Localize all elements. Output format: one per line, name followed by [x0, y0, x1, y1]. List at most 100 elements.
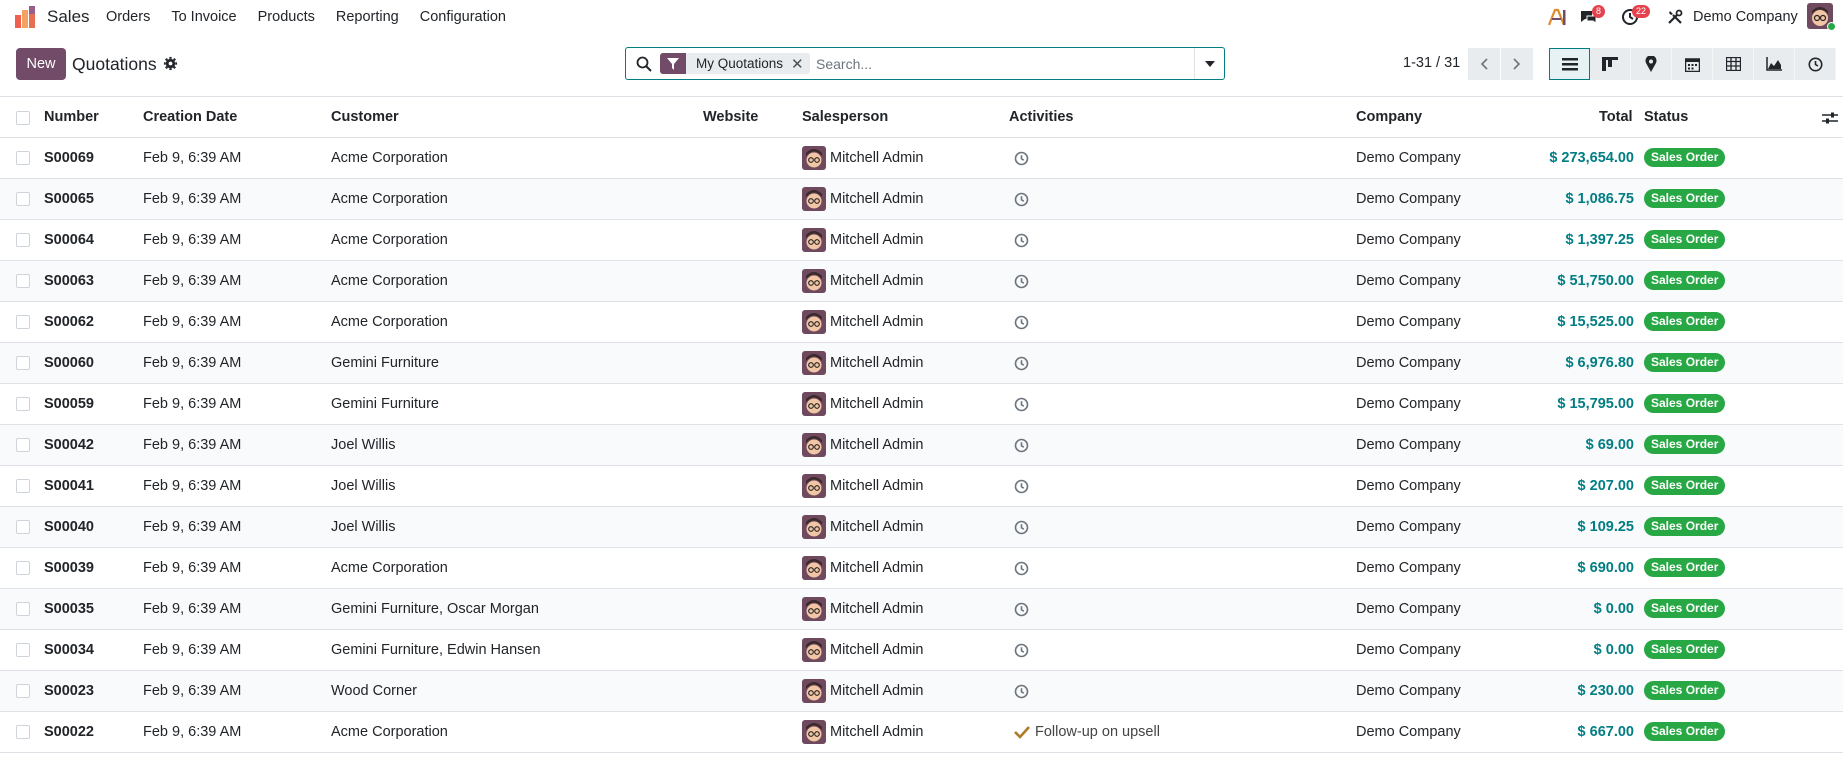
activity-clock-icon[interactable] [1014, 233, 1029, 248]
activity-clock-icon[interactable] [1014, 274, 1029, 289]
search-options-toggle[interactable] [1194, 48, 1224, 79]
pager-value[interactable]: 1-31 / 31 [1403, 55, 1460, 71]
column-creation-date[interactable]: Creation Date [143, 109, 237, 125]
column-salesperson[interactable]: Salesperson [802, 109, 888, 125]
table-row[interactable]: S00062 Feb 9, 6:39 AM Acme Corporation M… [0, 302, 1843, 343]
table-row[interactable]: S00065 Feb 9, 6:39 AM Acme Corporation M… [0, 179, 1843, 220]
column-number[interactable]: Number [44, 109, 99, 125]
creation-date: Feb 9, 6:39 AM [143, 642, 242, 658]
activity-clock-icon[interactable] [1014, 192, 1029, 207]
select-all-checkbox[interactable] [16, 111, 30, 125]
creation-date: Feb 9, 6:39 AM [143, 191, 242, 207]
search-input[interactable] [816, 53, 1186, 75]
order-total: $ 15,525.00 [1557, 314, 1634, 330]
list-view-button[interactable] [1549, 48, 1590, 80]
row-checkbox[interactable] [16, 397, 30, 411]
table-row[interactable]: S00042 Feb 9, 6:39 AM Joel Willis Mitche… [0, 425, 1843, 466]
kanban-view-button[interactable] [1590, 48, 1631, 80]
row-checkbox[interactable] [16, 274, 30, 288]
column-total[interactable]: Total [1599, 109, 1633, 125]
optional-columns-icon[interactable] [1822, 111, 1838, 125]
column-customer[interactable]: Customer [331, 109, 399, 125]
column-website[interactable]: Website [703, 109, 758, 125]
row-checkbox[interactable] [16, 356, 30, 370]
row-checkbox[interactable] [16, 561, 30, 575]
table-header: Number Creation Date Customer Website Sa… [0, 97, 1843, 138]
app-logo-icon[interactable] [14, 6, 38, 28]
close-icon[interactable]: ✕ [791, 55, 810, 73]
tools-icon[interactable] [1667, 9, 1683, 25]
activity-clock-icon[interactable] [1014, 151, 1029, 166]
activity-clock-icon[interactable] [1014, 684, 1029, 699]
table-row[interactable]: S00064 Feb 9, 6:39 AM Acme Corporation M… [0, 220, 1843, 261]
row-checkbox[interactable] [16, 479, 30, 493]
pager-previous-button[interactable] [1468, 48, 1500, 80]
gear-icon[interactable] [163, 56, 178, 71]
row-checkbox[interactable] [16, 643, 30, 657]
row-checkbox[interactable] [16, 151, 30, 165]
map-view-icon [1645, 56, 1657, 72]
order-total: $ 0.00 [1593, 601, 1634, 617]
menu-configuration[interactable]: Configuration [420, 9, 506, 25]
table-row[interactable]: S00035 Feb 9, 6:39 AM Gemini Furniture, … [0, 589, 1843, 630]
activity-clock-icon[interactable] [1014, 520, 1029, 535]
menu-products[interactable]: Products [258, 9, 315, 25]
activity-clock-icon[interactable] [1014, 315, 1029, 330]
activity-clock-icon[interactable] [1014, 561, 1029, 576]
pager-next-button[interactable] [1501, 48, 1533, 80]
table-row[interactable]: S00034 Feb 9, 6:39 AM Gemini Furniture, … [0, 630, 1843, 671]
search-icon[interactable] [636, 56, 652, 72]
table-row[interactable]: S00059 Feb 9, 6:39 AM Gemini Furniture M… [0, 384, 1843, 425]
customer-name: Wood Corner [331, 683, 417, 699]
menu-orders[interactable]: Orders [106, 9, 150, 25]
order-number: S00034 [44, 642, 94, 658]
row-checkbox[interactable] [16, 602, 30, 616]
table-row[interactable]: S00039 Feb 9, 6:39 AM Acme Corporation M… [0, 548, 1843, 589]
column-status[interactable]: Status [1644, 109, 1688, 125]
menu-to-invoice[interactable]: To Invoice [171, 9, 236, 25]
column-activities[interactable]: Activities [1009, 109, 1073, 125]
activity-summary[interactable]: Follow-up on upsell [1035, 724, 1160, 740]
quotations-list: Number Creation Date Customer Website Sa… [0, 96, 1843, 769]
table-row[interactable]: S00069 Feb 9, 6:39 AM Acme Corporation M… [0, 138, 1843, 179]
menu-reporting[interactable]: Reporting [336, 9, 399, 25]
salesperson-name: Mitchell Admin [830, 396, 924, 412]
table-row[interactable]: S00040 Feb 9, 6:39 AM Joel Willis Mitche… [0, 507, 1843, 548]
ai-icon[interactable] [1547, 8, 1567, 26]
activity-clock-icon[interactable] [1014, 356, 1029, 371]
app-name[interactable]: Sales [47, 7, 90, 27]
activity-clock-icon[interactable] [1014, 397, 1029, 412]
creation-date: Feb 9, 6:39 AM [143, 519, 242, 535]
row-checkbox[interactable] [16, 520, 30, 534]
table-row[interactable]: S00023 Feb 9, 6:39 AM Wood Corner Mitche… [0, 671, 1843, 712]
company-name: Demo Company [1356, 601, 1461, 617]
row-checkbox[interactable] [16, 684, 30, 698]
new-button[interactable]: New [16, 48, 66, 80]
graph-view-button[interactable] [1754, 48, 1795, 80]
column-company[interactable]: Company [1356, 109, 1422, 125]
company-switcher[interactable]: Demo Company [1693, 9, 1798, 25]
row-checkbox[interactable] [16, 192, 30, 206]
activity-clock-icon[interactable] [1014, 643, 1029, 658]
pivot-view-button[interactable] [1713, 48, 1754, 80]
table-row[interactable]: S00060 Feb 9, 6:39 AM Gemini Furniture M… [0, 343, 1843, 384]
status-badge: Sales Order [1644, 353, 1726, 372]
activity-clock-icon[interactable] [1014, 602, 1029, 617]
creation-date: Feb 9, 6:39 AM [143, 355, 242, 371]
activity-clock-icon[interactable] [1014, 438, 1029, 453]
map-view-button[interactable] [1631, 48, 1672, 80]
row-checkbox[interactable] [16, 233, 30, 247]
customer-name: Acme Corporation [331, 191, 448, 207]
table-row[interactable]: S00022 Feb 9, 6:39 AM Acme Corporation M… [0, 712, 1843, 753]
salesperson-name: Mitchell Admin [830, 232, 924, 248]
row-checkbox[interactable] [16, 315, 30, 329]
table-row[interactable]: S00063 Feb 9, 6:39 AM Acme Corporation M… [0, 261, 1843, 302]
company-name: Demo Company [1356, 642, 1461, 658]
activity-clock-icon[interactable] [1014, 479, 1029, 494]
row-checkbox[interactable] [16, 438, 30, 452]
activity-view-button[interactable] [1795, 48, 1836, 80]
calendar-view-button[interactable] [1672, 48, 1713, 80]
check-icon[interactable] [1014, 724, 1030, 740]
table-row[interactable]: S00041 Feb 9, 6:39 AM Joel Willis Mitche… [0, 466, 1843, 507]
row-checkbox[interactable] [16, 725, 30, 739]
